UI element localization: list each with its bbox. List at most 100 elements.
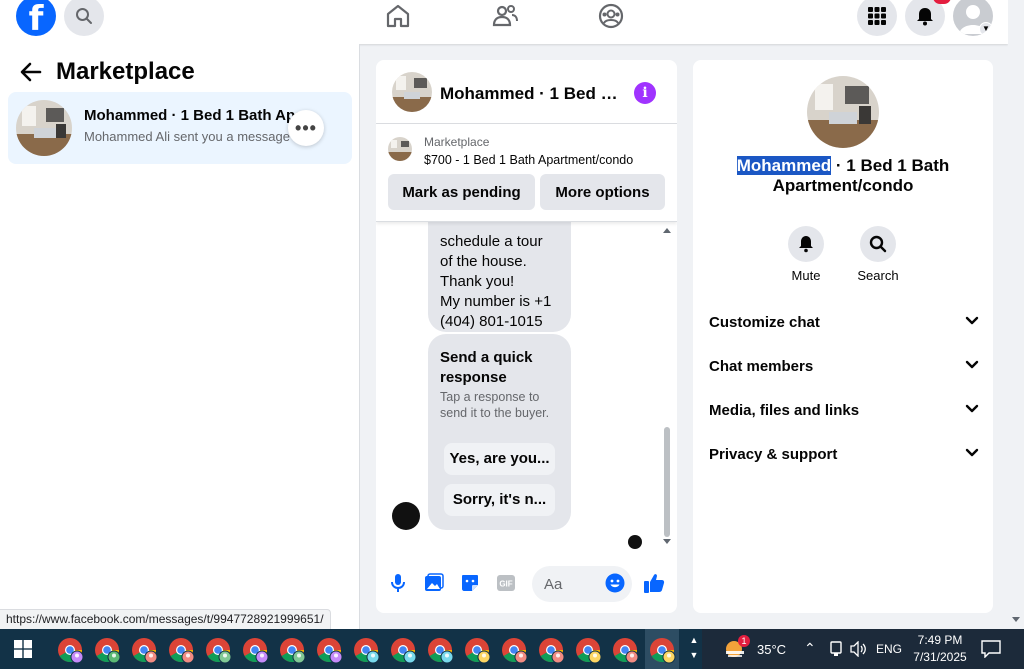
back-arrow-icon[interactable] bbox=[20, 62, 42, 82]
notification-count-badge: 1 bbox=[933, 0, 951, 4]
chevron-down-icon bbox=[965, 316, 979, 325]
emoji-button[interactable] bbox=[604, 572, 626, 594]
chrome-taskbar-app[interactable] bbox=[427, 637, 454, 664]
message-thread: schedule a tour of the house. Thank you!… bbox=[376, 222, 677, 552]
groups-nav-button[interactable] bbox=[597, 2, 625, 30]
gif-icon: GIF bbox=[497, 575, 515, 591]
customize-chat-section[interactable]: Customize chat bbox=[709, 308, 979, 340]
menu-button[interactable] bbox=[857, 0, 897, 36]
chrome-taskbar-app[interactable] bbox=[353, 637, 380, 664]
sticker-button[interactable] bbox=[459, 572, 481, 594]
weather-widget[interactable]: 1 bbox=[722, 635, 750, 661]
mark-as-pending-button[interactable]: Mark as pending bbox=[388, 174, 535, 210]
friends-nav-button[interactable] bbox=[491, 2, 519, 30]
chrome-taskbar-app[interactable] bbox=[645, 629, 679, 669]
menu-grid-icon bbox=[868, 7, 886, 25]
start-button[interactable] bbox=[0, 629, 46, 669]
details-title: Mohammed · 1 Bed 1 Bath Apartment/condo bbox=[713, 156, 973, 196]
account-button[interactable]: ▼ bbox=[953, 0, 993, 36]
volume-icon[interactable] bbox=[850, 641, 868, 657]
emoji-icon bbox=[605, 573, 625, 593]
sticker-icon bbox=[462, 575, 478, 591]
chrome-icon bbox=[650, 638, 676, 664]
chrome-icon bbox=[502, 638, 528, 664]
sender-avatar bbox=[392, 502, 420, 530]
chrome-icon bbox=[95, 638, 121, 664]
conversation-more-button[interactable]: ••• bbox=[288, 110, 324, 146]
chrome-taskbar-app[interactable] bbox=[57, 637, 84, 664]
chrome-taskbar-app[interactable] bbox=[94, 637, 121, 664]
svg-text:GIF: GIF bbox=[499, 580, 512, 589]
gif-button[interactable]: GIF bbox=[495, 572, 517, 594]
more-options-button[interactable]: More options bbox=[540, 174, 665, 210]
search-icon bbox=[76, 8, 92, 24]
home-nav-button[interactable] bbox=[384, 2, 412, 30]
clock-time: 7:49 PM bbox=[917, 633, 963, 647]
chat-scrollbar-thumb[interactable] bbox=[664, 427, 670, 537]
chrome-taskbar-app[interactable] bbox=[316, 637, 343, 664]
thumbs-up-icon bbox=[644, 574, 665, 593]
clock-date: 7/31/2025 bbox=[913, 650, 967, 664]
media-files-links-section[interactable]: Media, files and links bbox=[709, 396, 979, 428]
chrome-taskbar-app[interactable] bbox=[612, 637, 639, 664]
chrome-icon bbox=[206, 638, 232, 664]
chrome-taskbar-app[interactable] bbox=[464, 637, 491, 664]
more-dots-icon: ••• bbox=[295, 117, 317, 138]
voice-clip-button[interactable] bbox=[387, 572, 409, 594]
listing-thumbnail[interactable] bbox=[388, 137, 412, 161]
chrome-taskbar-app[interactable] bbox=[538, 637, 565, 664]
language-indicator[interactable]: ENG bbox=[876, 642, 902, 656]
chrome-icon bbox=[613, 638, 639, 664]
chrome-taskbar-app[interactable] bbox=[131, 637, 158, 664]
chat-avatar[interactable] bbox=[392, 72, 432, 112]
attach-photo-button[interactable] bbox=[423, 572, 445, 594]
network-icon[interactable] bbox=[829, 641, 843, 657]
notifications-button[interactable]: 1 bbox=[905, 0, 951, 36]
search-action[interactable]: Search bbox=[848, 226, 908, 283]
privacy-support-section[interactable]: Privacy & support bbox=[709, 440, 979, 472]
info-icon[interactable]: i bbox=[634, 82, 656, 104]
scroll-up-arrow-icon[interactable] bbox=[662, 226, 672, 234]
section-label: Chat members bbox=[709, 358, 814, 375]
message-bubble: schedule a tour of the house. Thank you!… bbox=[428, 222, 571, 332]
chat-members-section[interactable]: Chat members bbox=[709, 352, 979, 384]
like-button[interactable] bbox=[643, 572, 665, 594]
scroll-down-arrow-icon[interactable] bbox=[662, 538, 672, 546]
mute-action[interactable]: Mute bbox=[776, 226, 836, 283]
chrome-icon bbox=[169, 638, 195, 664]
mute-button-circle bbox=[788, 226, 824, 262]
home-icon bbox=[386, 4, 410, 28]
conversation-item-selected[interactable]: Mohammed · 1 Bed 1 Bath Apar... Mohammed… bbox=[8, 92, 352, 164]
show-hidden-icons-chevron-icon[interactable]: ⌃ bbox=[804, 640, 816, 657]
chevron-down-icon bbox=[965, 448, 979, 457]
conversation-details-panel: Mohammed · 1 Bed 1 Bath Apartment/condo … bbox=[693, 60, 993, 613]
chrome-taskbar-app[interactable] bbox=[279, 637, 306, 664]
details-avatar[interactable] bbox=[807, 76, 879, 148]
chrome-taskbar-app[interactable] bbox=[205, 637, 232, 664]
page-scrollbar[interactable] bbox=[1008, 0, 1024, 629]
chrome-taskbar-app[interactable] bbox=[242, 637, 269, 664]
temperature: 35°C bbox=[757, 642, 787, 657]
listing-avatar bbox=[16, 100, 72, 156]
chrome-taskbar-app[interactable] bbox=[390, 637, 417, 664]
chrome-taskbar-app[interactable] bbox=[168, 637, 195, 664]
chrome-icon bbox=[58, 638, 84, 664]
search-button[interactable] bbox=[64, 0, 104, 36]
chevron-down-icon bbox=[965, 404, 979, 413]
chrome-taskbar-app[interactable] bbox=[501, 637, 528, 664]
taskbar-scroll-arrows[interactable]: ▲ ▼ bbox=[688, 633, 700, 665]
listing-description[interactable]: $700 - 1 Bed 1 Bath Apartment/condo bbox=[424, 153, 633, 167]
listing-card: Marketplace $700 - 1 Bed 1 Bath Apartmen… bbox=[376, 124, 677, 222]
quick-response-option[interactable]: Yes, are you... bbox=[444, 443, 555, 475]
bell-icon bbox=[799, 236, 813, 253]
scroll-down-arrow-icon[interactable] bbox=[1011, 616, 1021, 624]
chat-panel: Mohammed · 1 Bed 1... i Marketplace $700… bbox=[376, 60, 677, 613]
chat-title[interactable]: Mohammed · 1 Bed 1... bbox=[440, 84, 620, 104]
chrome-icon bbox=[280, 638, 306, 664]
quick-response-option[interactable]: Sorry, it's n... bbox=[444, 484, 555, 516]
notification-center-icon[interactable] bbox=[981, 640, 1001, 658]
chrome-taskbar-app[interactable] bbox=[575, 637, 602, 664]
taskbar-clock[interactable]: 7:49 PM 7/31/2025 bbox=[906, 632, 974, 666]
bell-icon bbox=[917, 8, 933, 26]
facebook-logo[interactable]: f bbox=[16, 0, 56, 36]
